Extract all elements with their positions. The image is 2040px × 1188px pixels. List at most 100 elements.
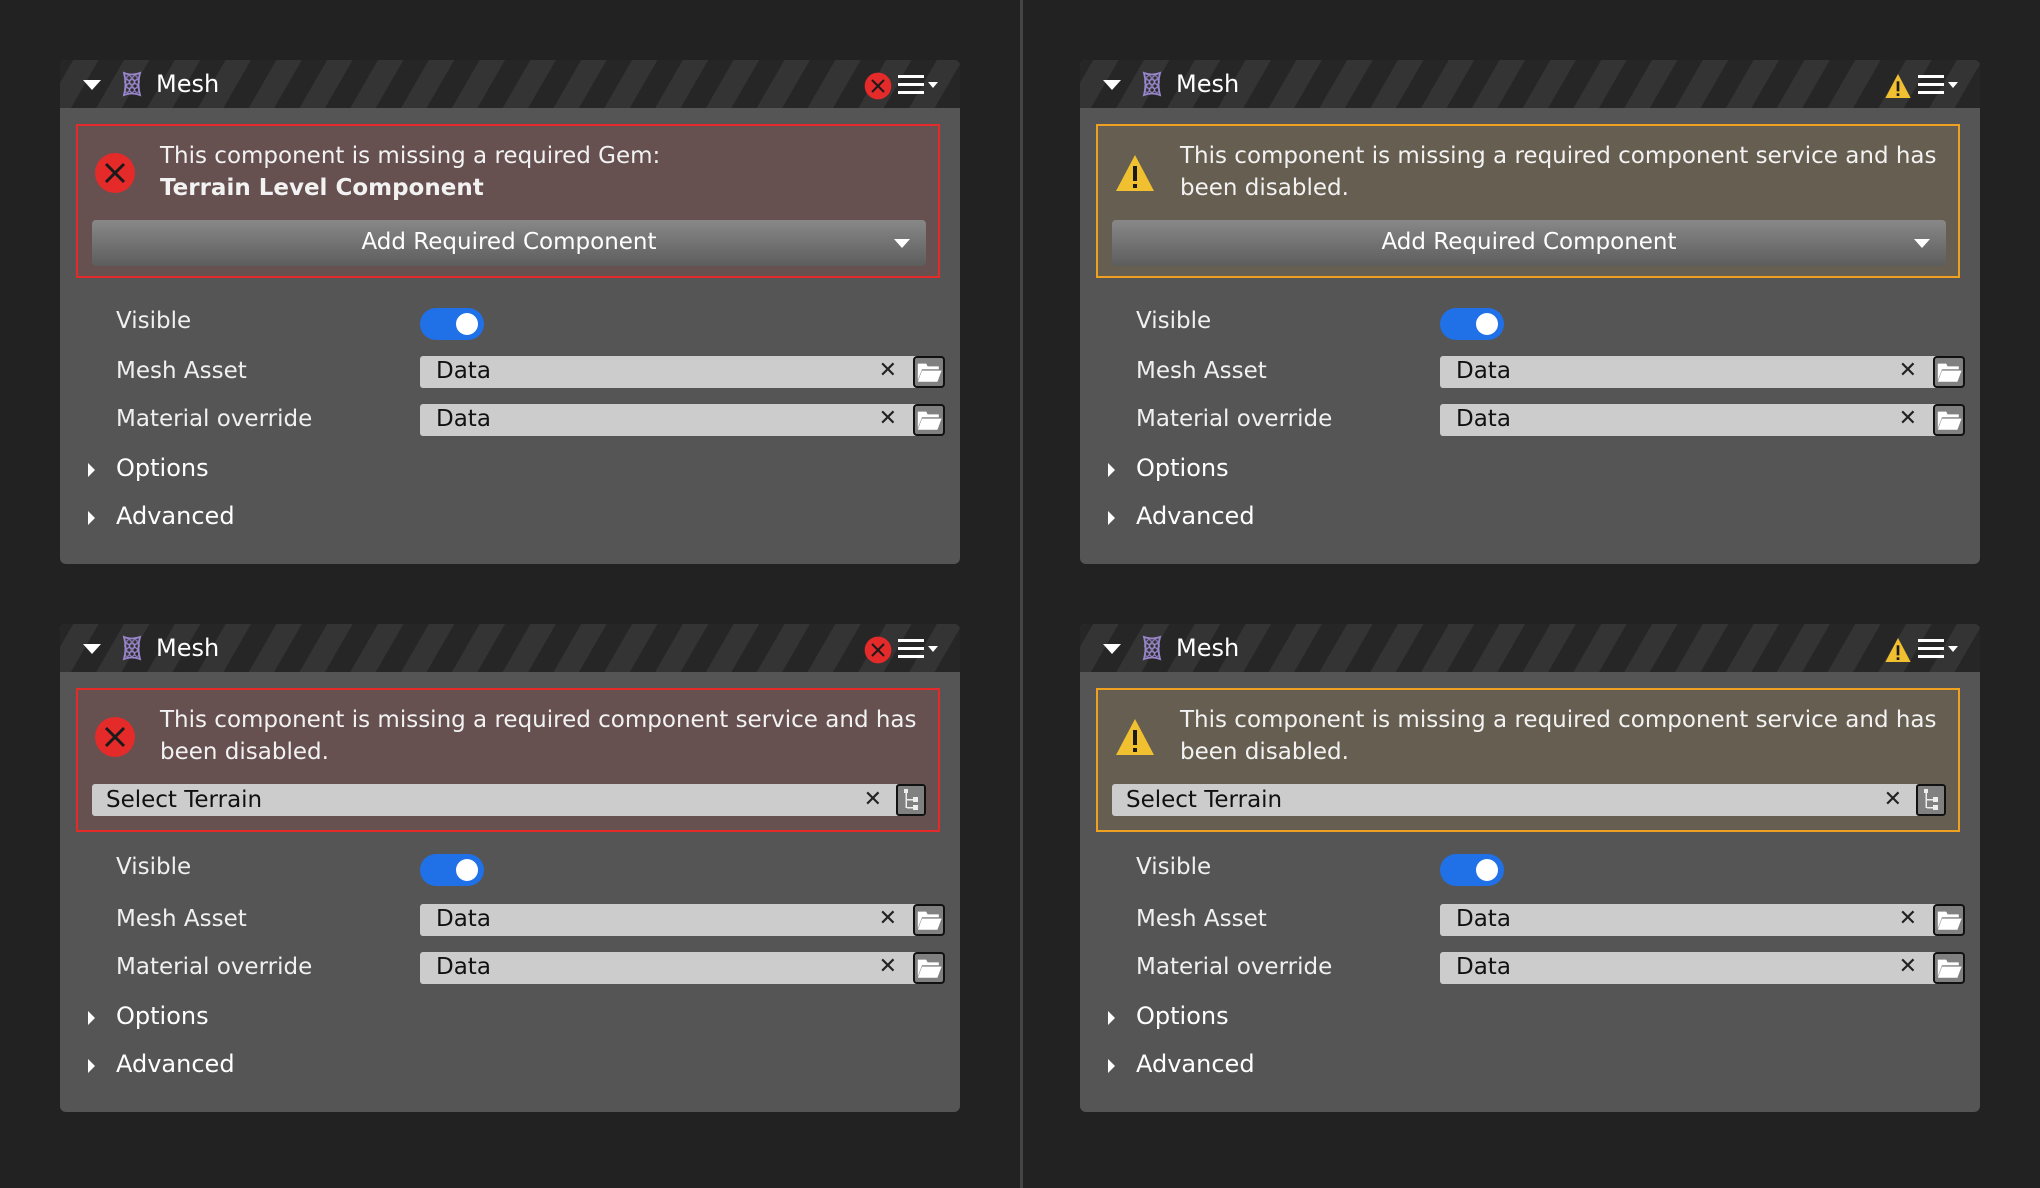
material-override-label: Material override (1136, 954, 1333, 980)
error-message-box: This component is missing a required com… (76, 688, 940, 832)
collapse-chevron-icon[interactable] (83, 644, 101, 654)
browse-folder-button[interactable] (1933, 404, 1965, 436)
component-menu-icon[interactable] (1918, 74, 1960, 96)
error-message-box: This component is missing a required Gem… (76, 124, 940, 278)
add-required-component-button[interactable]: Add Required Component (1112, 220, 1946, 266)
component-menu-icon[interactable] (898, 74, 940, 96)
select-terrain-value: Select Terrain (106, 787, 263, 813)
material-override-field[interactable]: Data ✕ (1440, 404, 1965, 436)
warning-triangle-icon (1114, 152, 1156, 194)
browse-folder-button[interactable] (913, 904, 945, 936)
add-required-component-button[interactable]: Add Required Component (92, 220, 926, 266)
component-title: Mesh (1176, 634, 1240, 662)
toggle-knob (1476, 313, 1498, 335)
component-header[interactable]: Mesh (60, 624, 960, 672)
mesh-asset-field[interactable]: Data ✕ (1440, 904, 1965, 936)
expand-arrow-icon (1108, 463, 1115, 477)
clear-icon[interactable]: ✕ (1899, 906, 1917, 931)
visible-toggle[interactable] (420, 308, 484, 340)
mesh-icon (120, 635, 144, 661)
error-x-icon (94, 716, 136, 758)
mesh-asset-value: Data (1456, 358, 1511, 384)
options-group[interactable]: Options (1080, 1001, 1980, 1041)
mesh-icon (120, 71, 144, 97)
error-message: This component is missing a required com… (160, 707, 917, 765)
mesh-asset-field[interactable]: Data ✕ (1440, 356, 1965, 388)
clear-icon[interactable]: ✕ (1899, 358, 1917, 383)
component-header[interactable]: Mesh (1080, 624, 1980, 672)
advanced-label: Advanced (1136, 1050, 1255, 1078)
browse-folder-button[interactable] (1933, 952, 1965, 984)
visible-toggle[interactable] (420, 854, 484, 886)
visible-toggle[interactable] (1440, 308, 1504, 340)
dropdown-arrow-icon (1914, 239, 1930, 248)
collapse-chevron-icon[interactable] (1103, 80, 1121, 90)
component-menu-icon[interactable] (1918, 638, 1960, 660)
folder-icon (1935, 406, 1963, 434)
property-row-material-override: Material override Data ✕ (1080, 404, 1980, 444)
error-x-icon (864, 636, 892, 664)
browse-folder-button[interactable] (913, 952, 945, 984)
error-x-icon (864, 72, 892, 100)
component-header[interactable]: Mesh (60, 60, 960, 108)
mesh-asset-field[interactable]: Data ✕ (420, 904, 945, 936)
folder-icon (1935, 906, 1963, 934)
clear-icon[interactable]: ✕ (864, 787, 882, 812)
warning-triangle-icon (1884, 636, 1912, 664)
advanced-group[interactable]: Advanced (1080, 501, 1980, 541)
visible-toggle[interactable] (1440, 854, 1504, 886)
folder-icon (1935, 358, 1963, 386)
clear-icon[interactable]: ✕ (879, 954, 897, 979)
browse-folder-button[interactable] (1933, 904, 1965, 936)
clear-icon[interactable]: ✕ (1884, 787, 1902, 812)
clear-icon[interactable]: ✕ (879, 358, 897, 383)
missing-gem-name: Terrain Level Component (160, 175, 484, 201)
clear-icon[interactable]: ✕ (1899, 406, 1917, 431)
material-override-field[interactable]: Data ✕ (1440, 952, 1965, 984)
component-menu-icon[interactable] (898, 638, 940, 660)
advanced-group[interactable]: Advanced (60, 1049, 960, 1089)
mesh-component-panel-error-gem: Mesh This component is missing a require… (60, 60, 960, 564)
property-row-material-override: Material override Data ✕ (1080, 952, 1980, 992)
visible-label: Visible (116, 308, 192, 334)
visible-label: Visible (1136, 308, 1212, 334)
options-group[interactable]: Options (60, 1001, 960, 1041)
select-terrain-field[interactable]: Select Terrain ✕ (92, 784, 926, 816)
property-row-mesh-asset: Mesh Asset Data ✕ (60, 356, 960, 396)
error-x-icon (94, 152, 136, 194)
mesh-asset-value: Data (1456, 906, 1511, 932)
entity-picker-button[interactable] (896, 784, 926, 816)
mesh-asset-value: Data (436, 358, 491, 384)
error-message: This component is missing a required Gem… (160, 140, 930, 204)
clear-icon[interactable]: ✕ (879, 906, 897, 931)
clear-icon[interactable]: ✕ (879, 406, 897, 431)
mesh-component-panel-warning-select: Mesh This component is missing a require… (1080, 624, 1980, 1112)
browse-folder-button[interactable] (913, 404, 945, 436)
advanced-group[interactable]: Advanced (60, 501, 960, 541)
material-override-field[interactable]: Data ✕ (420, 404, 945, 436)
collapse-chevron-icon[interactable] (83, 80, 101, 90)
options-group[interactable]: Options (1080, 453, 1980, 493)
browse-folder-button[interactable] (913, 356, 945, 388)
collapse-chevron-icon[interactable] (1103, 644, 1121, 654)
component-header[interactable]: Mesh (1080, 60, 1980, 108)
property-row-visible: Visible (60, 852, 960, 892)
expand-arrow-icon (88, 511, 95, 525)
entity-picker-button[interactable] (1916, 784, 1946, 816)
warning-triangle-icon (1114, 716, 1156, 758)
folder-icon (915, 406, 943, 434)
warning-message-box: This component is missing a required com… (1096, 124, 1960, 278)
clear-icon[interactable]: ✕ (1899, 954, 1917, 979)
material-override-value: Data (436, 406, 491, 432)
options-group[interactable]: Options (60, 453, 960, 493)
property-row-visible: Visible (60, 306, 960, 346)
advanced-group[interactable]: Advanced (1080, 1049, 1980, 1089)
mesh-asset-label: Mesh Asset (1136, 906, 1267, 932)
browse-folder-button[interactable] (1933, 356, 1965, 388)
mesh-asset-label: Mesh Asset (116, 906, 247, 932)
mesh-asset-field[interactable]: Data ✕ (420, 356, 945, 388)
material-override-field[interactable]: Data ✕ (420, 952, 945, 984)
material-override-label: Material override (1136, 406, 1333, 432)
select-terrain-field[interactable]: Select Terrain ✕ (1112, 784, 1946, 816)
mesh-asset-label: Mesh Asset (1136, 358, 1267, 384)
